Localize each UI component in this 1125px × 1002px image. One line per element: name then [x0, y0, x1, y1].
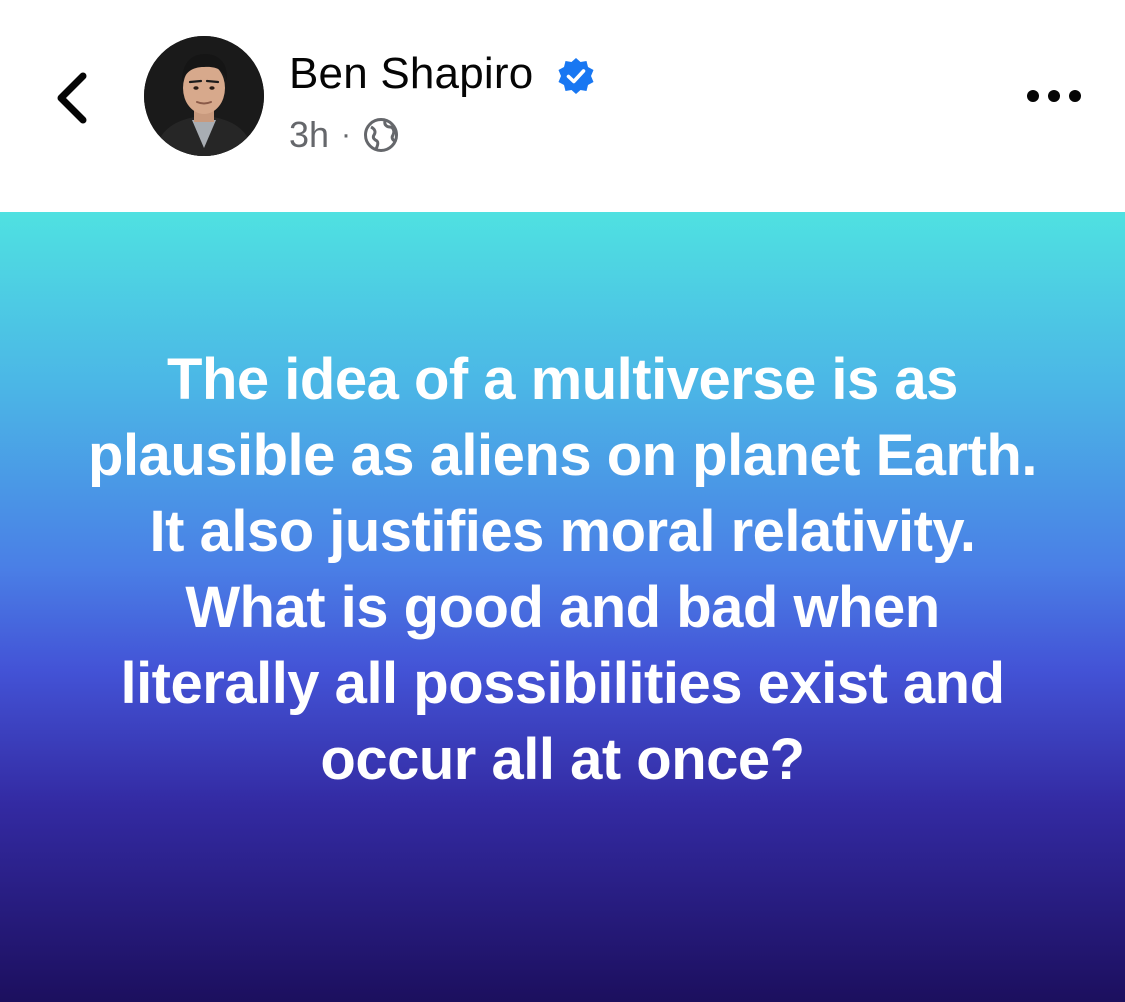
more-horizontal-icon — [1027, 90, 1081, 102]
chevron-left-icon — [57, 72, 87, 124]
post-screen: Ben Shapiro 3h · The idea of a multivers… — [0, 0, 1125, 1002]
avatar[interactable] — [144, 36, 264, 156]
post-timestamp[interactable]: 3h — [289, 114, 329, 156]
globe-icon[interactable] — [363, 117, 399, 153]
profile-photo — [144, 36, 264, 156]
verified-badge-icon — [558, 58, 594, 94]
post-text: The idea of a multiverse is as plausible… — [88, 347, 1037, 792]
meta-separator: · — [341, 118, 352, 151]
post-background: The idea of a multiverse is as plausible… — [0, 212, 1125, 1002]
author-name[interactable]: Ben Shapiro — [289, 48, 533, 100]
post-header: Ben Shapiro 3h · — [0, 0, 1125, 212]
more-options-button[interactable] — [1018, 74, 1090, 118]
back-button[interactable] — [40, 62, 104, 134]
post-meta: 3h · — [289, 112, 399, 158]
